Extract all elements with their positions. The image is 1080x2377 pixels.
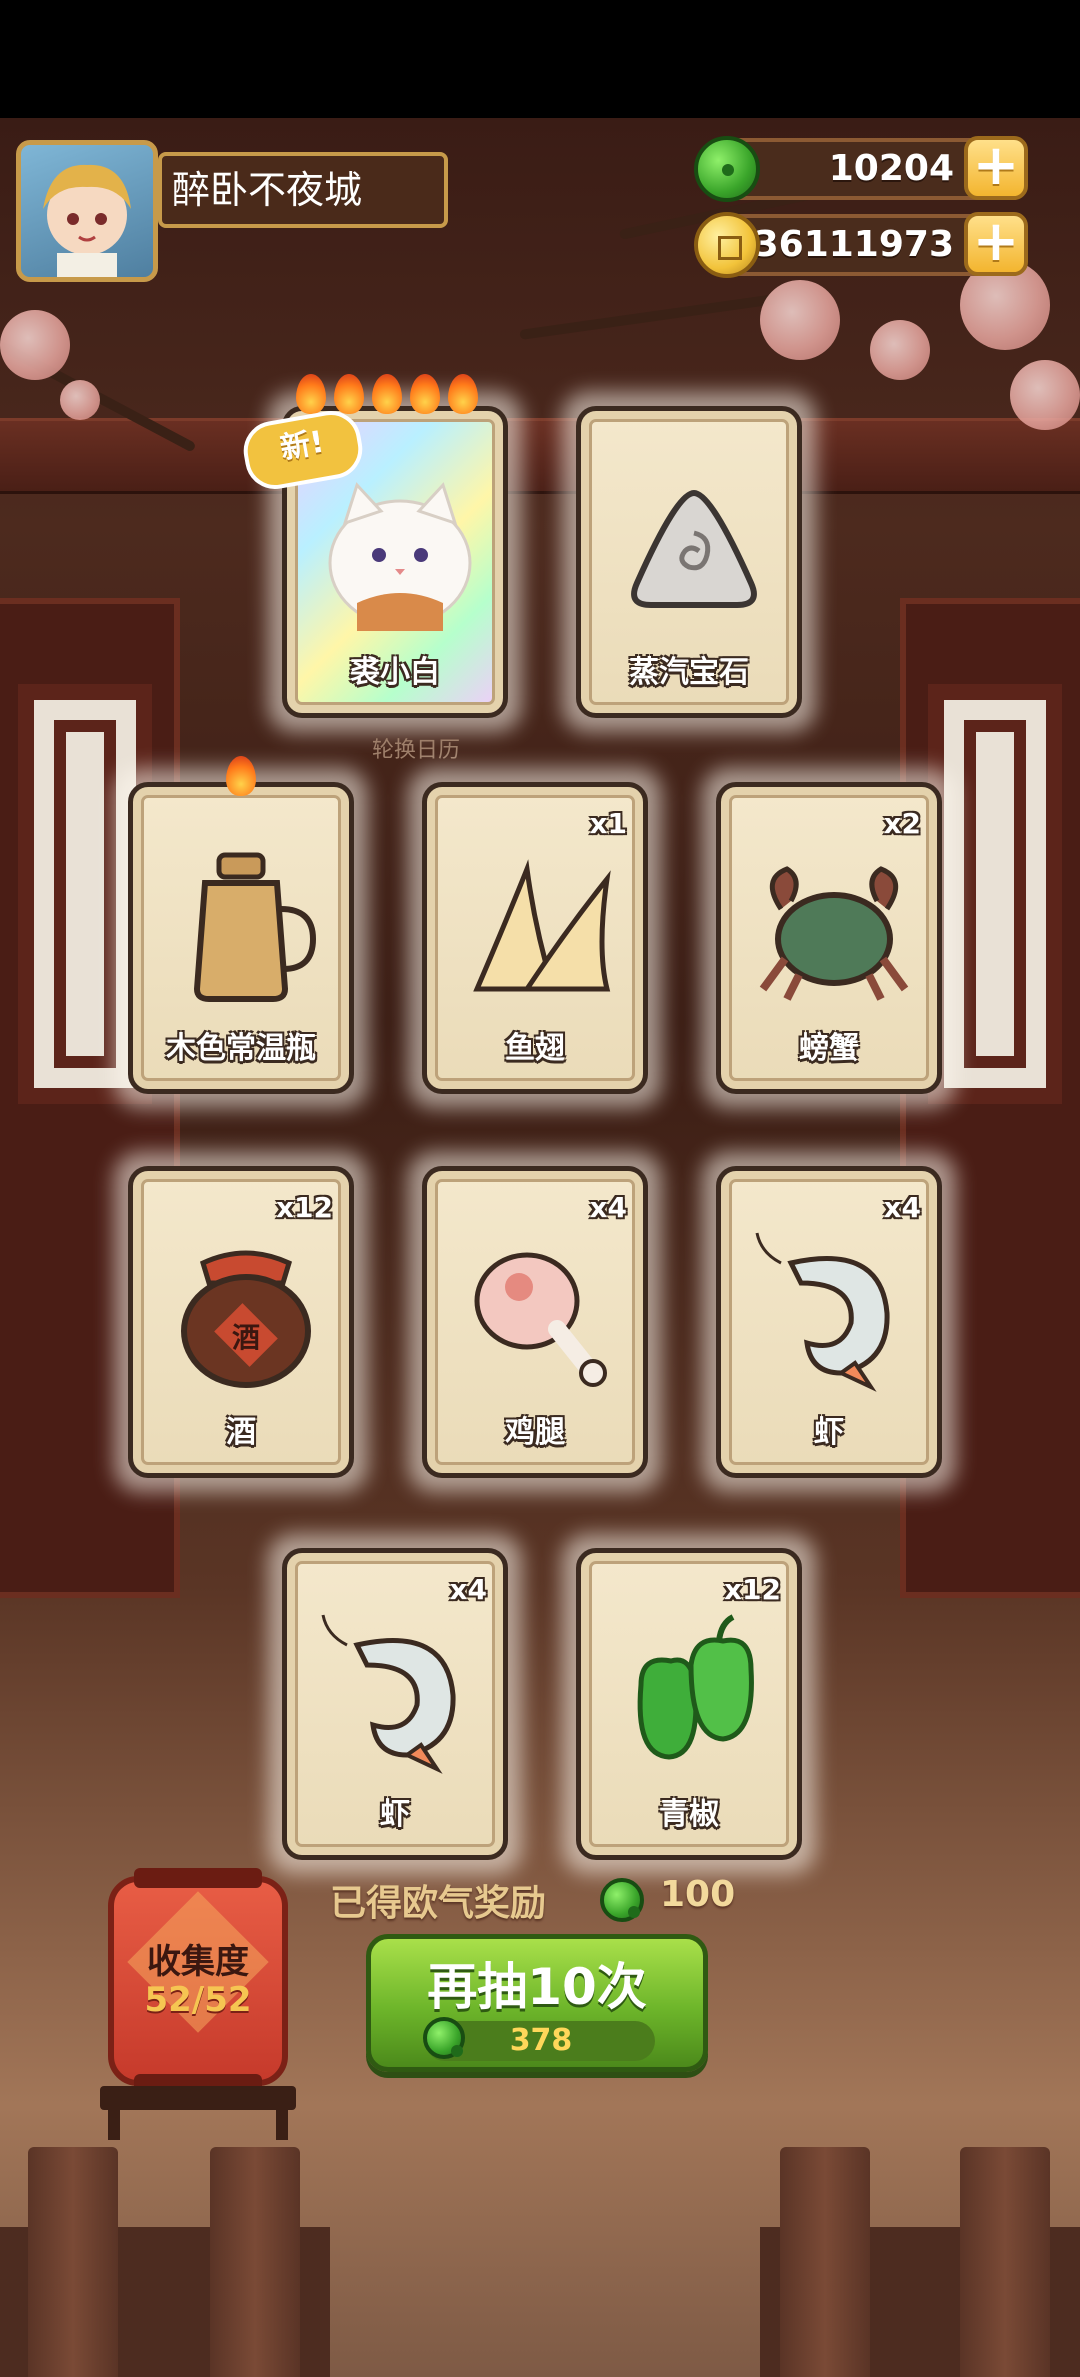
item-count: x4 [449,1573,487,1606]
card-label: 虾 [814,1415,844,1450]
reward-line: 已得欧气奖励 100 [330,1874,735,1924]
gold-coin-icon [694,212,760,278]
shrimp-icon [321,1614,456,1774]
star-flame-icon [448,374,478,414]
star-flame-icon [334,374,364,414]
wine-jar-icon: 酒 [181,1250,311,1388]
item-count: x1 [589,807,627,840]
card-label: 酒 [226,1415,256,1450]
item-card[interactable]: 酒 x12 酒 [114,1152,368,1492]
add-gold-button[interactable]: + [964,212,1028,276]
card-label: 虾 [380,1797,410,1832]
item-card[interactable]: x4 虾 [268,1534,522,1874]
card-label: 裘小白 [350,655,440,690]
reward-amount: 100 [660,1874,736,1915]
thermos-icon [193,852,317,1002]
draw-cost: 378 [509,2023,573,2058]
lantern-leg [108,2100,120,2140]
shrimp-icon [755,1232,890,1392]
player-avatar[interactable] [16,140,158,282]
jade-icon [423,2017,465,2059]
collection-label: 收集度 [147,1942,249,1982]
featured-card-character[interactable]: 裘小白 新! [238,374,522,732]
item-count: x4 [883,1191,921,1224]
star-flame-icon [296,374,326,414]
player-name: 醉卧不夜城 [158,152,448,228]
featured-card-item[interactable]: 蒸汽宝石 [562,392,816,732]
blossom [0,310,70,380]
lantern-cap [134,1868,262,1888]
fence-post [28,2147,118,2377]
jade-value: 10204 [828,148,954,189]
cat-character-icon [328,482,472,631]
blossom [60,380,100,420]
item-card[interactable]: x12 青椒 [562,1534,816,1874]
blossom [870,320,930,380]
item-card[interactable]: x4 鸡腿 [408,1152,662,1492]
status-bar [0,0,1080,118]
collection-progress: 52/52 [144,1980,252,2020]
reward-label: 已得欧气奖励 [330,1883,547,1924]
draw-10-again-button[interactable]: 再抽10次 378 [366,1934,708,2072]
fence-post [210,2147,300,2377]
green-pepper-icon [637,1614,754,1760]
item-card[interactable]: x4 虾 [702,1152,956,1492]
lantern-stand [100,2086,296,2110]
chicken-leg-icon [474,1252,607,1387]
gold-value: 36111973 [753,224,954,265]
star-flame-icon [226,756,256,796]
lantern-leg [276,2100,288,2140]
fence-post [960,2147,1050,2377]
star-flame-icon [372,374,402,414]
card-label: 鱼翅 [505,1031,565,1066]
jar-label: 酒 [232,1321,260,1354]
add-jade-button[interactable]: + [964,136,1028,200]
steam-gem-icon [631,489,757,608]
card-label: 鸡腿 [505,1415,565,1450]
item-card[interactable]: x2 螃蟹 [702,768,956,1108]
rotation-calendar-label: 轮换日历 [371,738,460,763]
item-count: x12 [275,1191,333,1224]
item-count: x2 [883,807,921,840]
star-flame-icon [410,374,440,414]
card-label: 青椒 [659,1797,719,1832]
item-count: x12 [723,1573,781,1606]
draw-button-label: 再抽10次 [427,1958,647,2016]
blossom [1010,360,1080,430]
card-label: 螃蟹 [799,1031,859,1066]
shark-fin-icon [473,859,611,992]
jade-icon [694,136,760,202]
item-card[interactable]: x1 鱼翅 [408,768,662,1108]
fence-post [780,2147,870,2377]
item-count: x4 [589,1191,627,1224]
collection-lantern[interactable]: 收集度 52/52 [108,1868,288,2094]
card-label: 木色常温瓶 [166,1031,316,1066]
blossom [760,280,840,360]
item-card[interactable]: 木色常温瓶 [114,756,368,1108]
card-label: 蒸汽宝石 [629,655,749,690]
crab-icon [759,866,909,1001]
jade-icon [600,1878,644,1922]
